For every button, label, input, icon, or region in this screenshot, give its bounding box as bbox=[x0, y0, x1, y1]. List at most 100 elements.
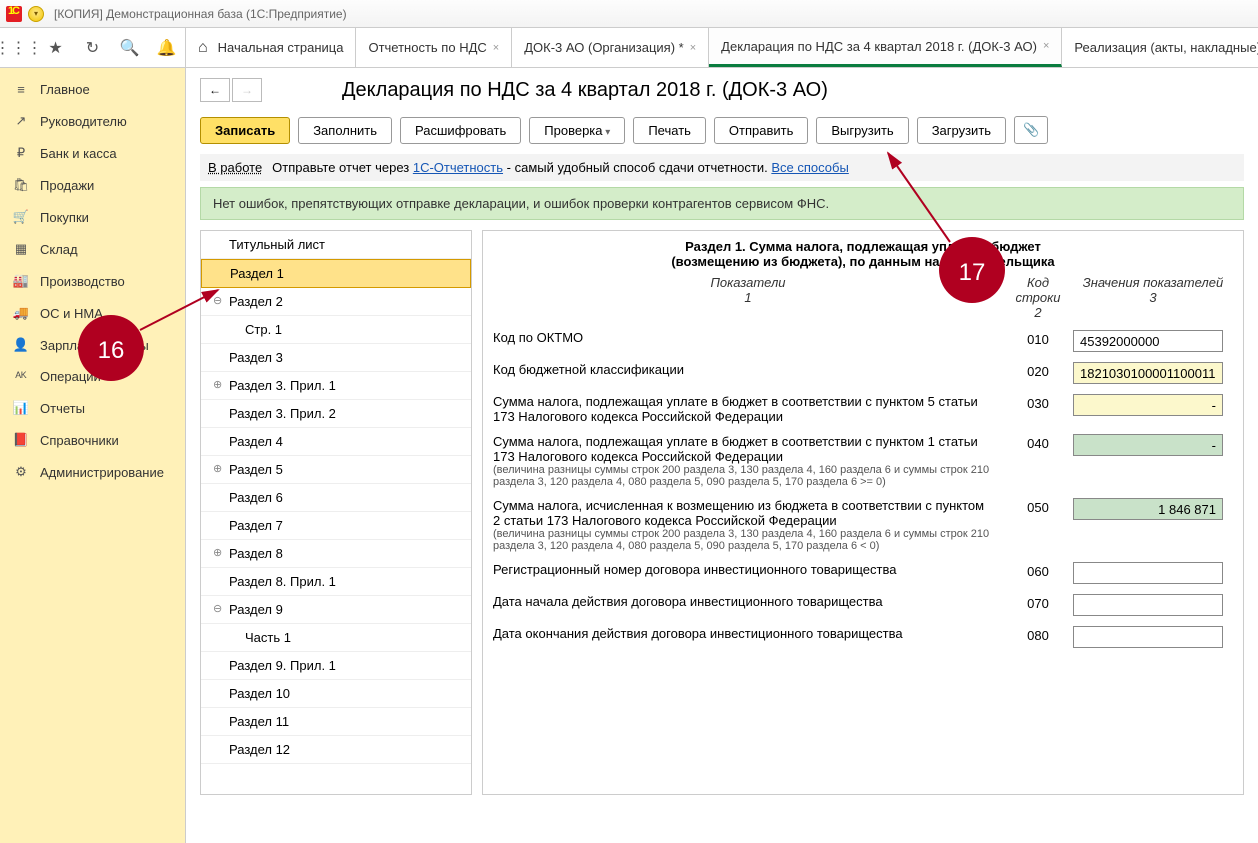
expand-icon[interactable]: ⊖ bbox=[213, 602, 222, 615]
sidebar-item-label: Производство bbox=[40, 274, 125, 289]
sidebar-item-icon: ≡ bbox=[12, 82, 30, 97]
tree-item[interactable]: ⊕Раздел 8 bbox=[201, 540, 471, 568]
sidebar-item[interactable]: ↗Руководителю bbox=[0, 105, 185, 137]
sidebar-item-icon: 🚚 bbox=[12, 305, 30, 321]
value-input[interactable] bbox=[1073, 626, 1223, 648]
sidebar-item[interactable]: 🏭Производство bbox=[0, 265, 185, 297]
tab-home[interactable]: Начальная страница bbox=[186, 28, 356, 67]
tree-item[interactable]: Раздел 12 bbox=[201, 736, 471, 764]
tree-item[interactable]: ⊖Раздел 9 bbox=[201, 596, 471, 624]
history-icon[interactable]: ↻ bbox=[82, 37, 104, 59]
value-input[interactable] bbox=[1073, 562, 1223, 584]
tab-org[interactable]: ДОК-3 АО (Организация) *× bbox=[512, 28, 709, 67]
tree-item[interactable]: Раздел 7 bbox=[201, 512, 471, 540]
sidebar-item[interactable]: 📊Отчеты bbox=[0, 392, 185, 424]
sidebar-item[interactable]: ⚙Администрирование bbox=[0, 456, 185, 488]
row-code: 040 bbox=[1003, 434, 1073, 451]
sidebar-item[interactable]: 🚚ОС и НМА bbox=[0, 297, 185, 329]
sidebar-item[interactable]: 🛒Покупки bbox=[0, 201, 185, 233]
row-desc: Сумма налога, подлежащая уплате в бюджет… bbox=[493, 394, 1003, 424]
titlebar: [КОПИЯ] Демонстрационная база (1С:Предпр… bbox=[0, 0, 1258, 28]
search-icon[interactable]: 🔍 bbox=[119, 37, 141, 59]
tree-item-label: Раздел 2 bbox=[229, 294, 283, 309]
tree-item[interactable]: Раздел 6 bbox=[201, 484, 471, 512]
row-desc: Дата начала действия договора инвестицио… bbox=[493, 594, 1003, 609]
sidebar-item[interactable]: 👤Зарплата и кадры bbox=[0, 329, 185, 361]
status-in-work[interactable]: В работе bbox=[208, 160, 262, 175]
link-all-ways[interactable]: Все способы bbox=[771, 160, 848, 175]
tree-item[interactable]: Раздел 4 bbox=[201, 428, 471, 456]
tree-item[interactable]: Раздел 8. Прил. 1 bbox=[201, 568, 471, 596]
fill-button[interactable]: Заполнить bbox=[298, 117, 392, 144]
expand-icon[interactable]: ⊕ bbox=[213, 378, 222, 391]
expand-icon[interactable]: ⊕ bbox=[213, 462, 222, 475]
tree-item-label: Раздел 9. Прил. 1 bbox=[229, 658, 336, 673]
tree-item[interactable]: Стр. 1 bbox=[201, 316, 471, 344]
write-button[interactable]: Записать bbox=[200, 117, 290, 144]
titlebar-dropdown-icon[interactable] bbox=[28, 6, 44, 22]
send-button[interactable]: Отправить bbox=[714, 117, 808, 144]
decode-button[interactable]: Расшифровать bbox=[400, 117, 521, 144]
star-icon[interactable]: ★ bbox=[45, 37, 67, 59]
check-button[interactable]: Проверка bbox=[529, 117, 625, 144]
tree-item-label: Раздел 3 bbox=[229, 350, 283, 365]
sidebar-item[interactable]: 📕 Справочники bbox=[0, 424, 185, 456]
tree-item[interactable]: ⊖ Раздел 2 bbox=[201, 288, 471, 316]
validation-ok-bar: Нет ошибок, препятствующих отправке декл… bbox=[200, 187, 1244, 220]
tree-item-label: Стр. 1 bbox=[245, 322, 282, 337]
sidebar-item-icon: 🛍 bbox=[12, 177, 30, 193]
apps-grid-icon[interactable]: ⋮⋮⋮ bbox=[8, 37, 30, 59]
sidebar-item-label: Справочники bbox=[40, 433, 119, 448]
tab-declaration[interactable]: Декларация по НДС за 4 квартал 2018 г. (… bbox=[709, 28, 1062, 67]
expand-icon[interactable]: ⊖ bbox=[213, 294, 222, 307]
sections-tree: Титульный лист Раздел 1 ⊖ Раздел 2 Стр. 1 Раз… bbox=[200, 230, 472, 795]
close-icon[interactable]: × bbox=[690, 42, 696, 54]
tree-item[interactable]: Раздел 11 bbox=[201, 708, 471, 736]
export-button[interactable]: Выгрузить bbox=[816, 117, 908, 144]
tab-vat-reporting[interactable]: Отчетность по НДС× bbox=[356, 28, 512, 67]
print-button[interactable]: Печать bbox=[633, 117, 706, 144]
tree-item[interactable]: Раздел 1 bbox=[201, 259, 471, 288]
sidebar-item[interactable]: ▦Склад bbox=[0, 233, 185, 265]
bell-icon[interactable]: 🔔 bbox=[156, 37, 178, 59]
sidebar-item[interactable]: ≡Главное bbox=[0, 74, 185, 105]
value-input[interactable] bbox=[1073, 498, 1223, 520]
col-header-code: Код строки2 bbox=[1003, 275, 1073, 320]
value-input[interactable] bbox=[1073, 434, 1223, 456]
sidebar-item[interactable]: ₽Банк и касса bbox=[0, 137, 185, 169]
value-input[interactable] bbox=[1073, 594, 1223, 616]
value-input[interactable] bbox=[1073, 362, 1223, 384]
tree-item-label: Часть 1 bbox=[245, 630, 291, 645]
link-1c-reporting[interactable]: 1С-Отчетность bbox=[413, 160, 503, 175]
row-desc: Сумма налога, подлежащая уплате в бюджет… bbox=[493, 434, 1003, 488]
sidebar-item[interactable]: 🛍Продажи bbox=[0, 169, 185, 201]
nav-back-button[interactable]: ← bbox=[200, 78, 230, 102]
tree-item[interactable]: Раздел 3 bbox=[201, 344, 471, 372]
column-headers: Показатели1 Код строки2 Значения показат… bbox=[493, 275, 1233, 320]
tree-item[interactable]: ⊕ Раздел 3. Прил. 1 bbox=[201, 372, 471, 400]
sidebar-item[interactable]: ᴬᴷОперации bbox=[0, 361, 185, 392]
value-input[interactable] bbox=[1073, 394, 1223, 416]
tree-item[interactable]: Раздел 10 bbox=[201, 680, 471, 708]
tab-realization[interactable]: Реализация (акты, накладные)× bbox=[1062, 28, 1258, 67]
row-desc: Код бюджетной классификации bbox=[493, 362, 1003, 377]
attach-button[interactable]: 📎 bbox=[1014, 116, 1048, 144]
import-button[interactable]: Загрузить bbox=[917, 117, 1006, 144]
row-code: 070 bbox=[1003, 594, 1073, 611]
sidebar-item-label: Администрирование bbox=[40, 465, 164, 480]
tree-item[interactable]: Часть 1 bbox=[201, 624, 471, 652]
close-icon[interactable]: × bbox=[493, 42, 499, 54]
sidebar-item-icon: ᴬᴷ bbox=[12, 369, 30, 384]
tree-item[interactable]: ⊕Раздел 5 bbox=[201, 456, 471, 484]
tree-item[interactable]: Раздел 9. Прил. 1 bbox=[201, 652, 471, 680]
close-icon[interactable]: × bbox=[1043, 40, 1049, 52]
tab-home-label: Начальная страница bbox=[218, 40, 344, 55]
tree-item-label: Раздел 3. Прил. 1 bbox=[229, 378, 336, 393]
expand-icon[interactable]: ⊕ bbox=[213, 546, 222, 559]
value-input[interactable] bbox=[1073, 330, 1223, 352]
tree-item[interactable]: Раздел 3. Прил. 2 bbox=[201, 400, 471, 428]
tree-item[interactable]: Титульный лист bbox=[201, 231, 471, 259]
tree-item-label: Титульный лист bbox=[229, 237, 325, 252]
nav-forward-button[interactable]: → bbox=[232, 78, 262, 102]
sidebar-item-icon: 📕 bbox=[12, 432, 30, 448]
